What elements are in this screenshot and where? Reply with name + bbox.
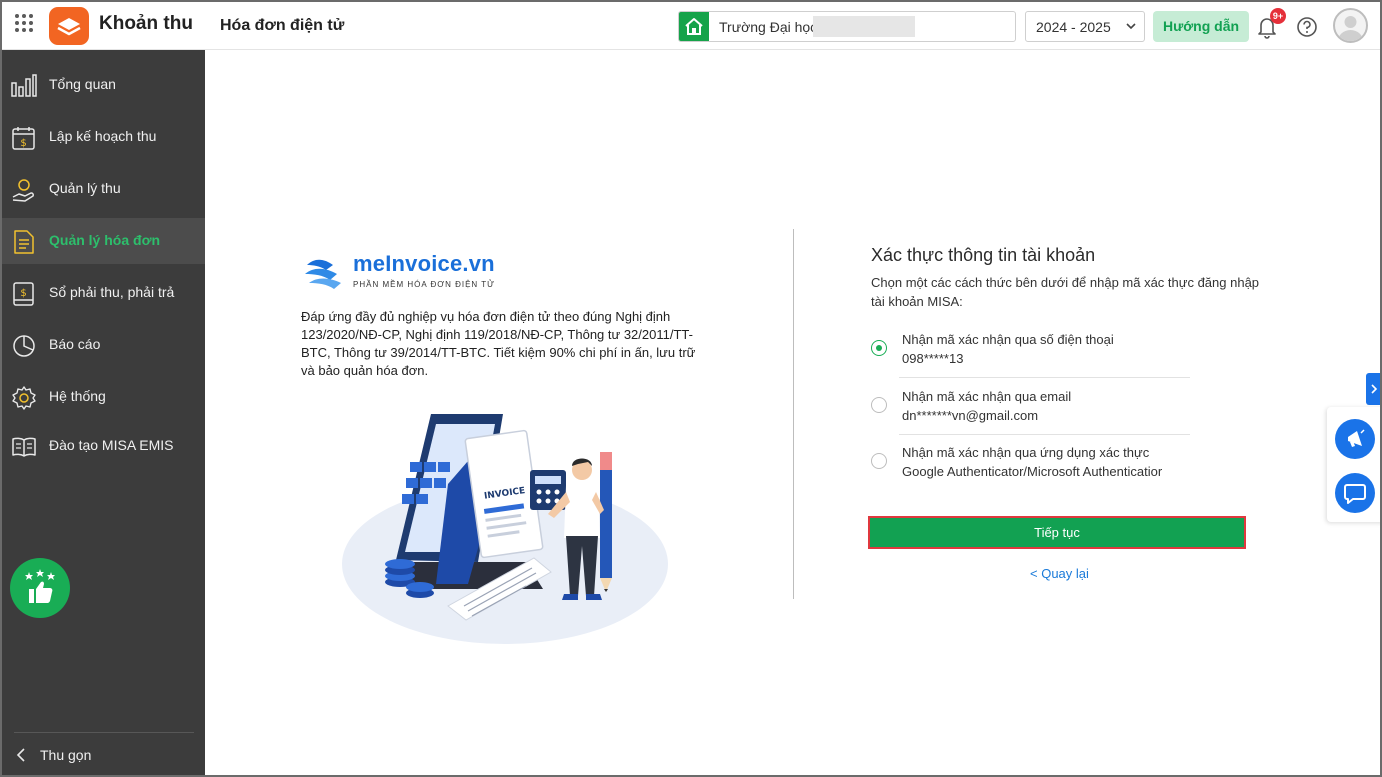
brand-tagline: PHẦN MỀM HÓA ĐƠN ĐIỆN TỬ xyxy=(353,280,495,289)
gear-icon xyxy=(11,385,37,411)
question-icon[interactable] xyxy=(1296,16,1318,43)
option-email[interactable]: Nhận mã xác nhận qua email dn*******vn@g… xyxy=(871,389,1191,429)
megaphone-icon[interactable] xyxy=(1335,419,1375,459)
app-logo[interactable] xyxy=(49,7,89,45)
collapse-label: Thu gọn xyxy=(40,747,92,763)
sidebar: Tổng quan $ Lập kế hoạch thu Quản lý thu… xyxy=(2,50,205,775)
ledger-icon: $ xyxy=(11,281,37,307)
sidebar-item-training[interactable]: Đào tạo MISA EMIS xyxy=(2,423,205,469)
redacted-school-name xyxy=(813,16,915,37)
sidebar-item-label: Quản lý hóa đơn xyxy=(49,232,161,248)
meinvoice-logo: meInvoice.vn PHẦN MỀM HÓA ĐƠN ĐIỆN TỬ xyxy=(301,251,511,293)
school-selector[interactable]: Trường Đại học xyxy=(678,11,1016,42)
chevron-left-icon xyxy=(14,747,28,768)
option-label: Nhận mã xác nhận qua email xyxy=(902,389,1072,404)
app-window: Khoản thu Hóa đơn điện tử Trường Đại học… xyxy=(0,0,1382,777)
sidebar-item-label: Báo cáo xyxy=(49,336,101,352)
sidebar-item-system[interactable]: Hệ thống xyxy=(2,374,205,420)
svg-text:$: $ xyxy=(20,138,26,149)
sidebar-item-label: Sổ phải thu, phải trả xyxy=(49,284,175,300)
school-name: Trường Đại học xyxy=(719,19,818,35)
back-link[interactable]: < Quay lại xyxy=(1030,566,1089,581)
user-avatar[interactable] xyxy=(1333,8,1368,43)
app-grid-icon[interactable] xyxy=(15,14,37,36)
option-divider xyxy=(899,377,1190,378)
help-button[interactable]: Hướng dẫn xyxy=(1153,11,1249,42)
invoice-illustration: INVOICE xyxy=(338,406,673,653)
sidebar-item-label: Quản lý thu xyxy=(49,180,121,196)
option-label: Nhận mã xác nhận qua số điện thoại xyxy=(902,332,1114,347)
hand-coin-icon xyxy=(11,177,37,203)
option-phone[interactable]: Nhận mã xác nhận qua số điện thoại 098**… xyxy=(871,332,1191,372)
school-icon xyxy=(679,12,709,41)
promo-description: Đáp ứng đầy đủ nghiệp vụ hóa đơn điện tử… xyxy=(301,309,696,378)
document-icon xyxy=(11,229,37,255)
sidebar-item-collections[interactable]: Quản lý thu xyxy=(2,166,205,212)
bar-chart-icon xyxy=(11,73,37,99)
chat-icon[interactable] xyxy=(1335,473,1375,513)
chevron-down-icon xyxy=(1124,19,1138,38)
radio-phone[interactable] xyxy=(871,340,887,356)
notification-badge: 9+ xyxy=(1270,8,1286,24)
radio-authenticator[interactable] xyxy=(871,453,887,469)
app-title: Khoản thu xyxy=(99,13,193,34)
top-bar: Khoản thu Hóa đơn điện tử Trường Đại học… xyxy=(2,2,1380,50)
option-divider xyxy=(899,434,1190,435)
option-value: Google Authenticator/Microsoft Authentic… xyxy=(902,464,1163,479)
sidebar-item-ledger[interactable]: $ Sổ phải thu, phải trả xyxy=(2,270,205,316)
feedback-button[interactable] xyxy=(10,558,70,618)
calendar-dollar-icon: $ xyxy=(11,125,37,151)
sidebar-item-label: Đào tạo MISA EMIS xyxy=(49,437,174,453)
page-title: Hóa đơn điện tử xyxy=(220,17,345,34)
sidebar-item-invoice-management[interactable]: Quản lý hóa đơn xyxy=(2,218,205,264)
sidebar-item-label: Lập kế hoạch thu xyxy=(49,128,157,144)
sidebar-item-reports[interactable]: Báo cáo xyxy=(2,322,205,368)
radio-email[interactable] xyxy=(871,397,887,413)
option-authenticator[interactable]: Nhận mã xác nhận qua ứng dụng xác thực G… xyxy=(871,445,1191,485)
option-value: 098*****13 xyxy=(902,351,964,366)
school-year-select[interactable]: 2024 - 2025 xyxy=(1025,11,1145,42)
sidebar-item-overview[interactable]: Tổng quan xyxy=(2,62,205,108)
auth-subtitle: Chọn một các cách thức bên dưới để nhập … xyxy=(871,275,1260,309)
pie-chart-icon xyxy=(11,333,37,359)
svg-text:$: $ xyxy=(20,288,26,299)
vertical-divider xyxy=(793,229,794,599)
continue-button[interactable]: Tiếp tục xyxy=(868,516,1246,549)
floating-actions xyxy=(1327,407,1380,522)
sidebar-item-plan[interactable]: $ Lập kế hoạch thu xyxy=(2,114,205,160)
sidebar-item-label: Hệ thống xyxy=(49,388,106,404)
brand-name: meInvoice.vn xyxy=(353,251,495,276)
sidebar-divider xyxy=(14,732,194,733)
sidebar-item-label: Tổng quan xyxy=(49,76,116,92)
open-book-icon xyxy=(11,434,37,460)
option-value: dn*******vn@gmail.com xyxy=(902,408,1039,423)
school-year-value: 2024 - 2025 xyxy=(1036,19,1111,35)
auth-title: Xác thực thông tin tài khoản xyxy=(871,245,1096,265)
expand-panel-button[interactable] xyxy=(1366,373,1380,405)
option-label: Nhận mã xác nhận qua ứng dụng xác thực xyxy=(902,445,1150,460)
